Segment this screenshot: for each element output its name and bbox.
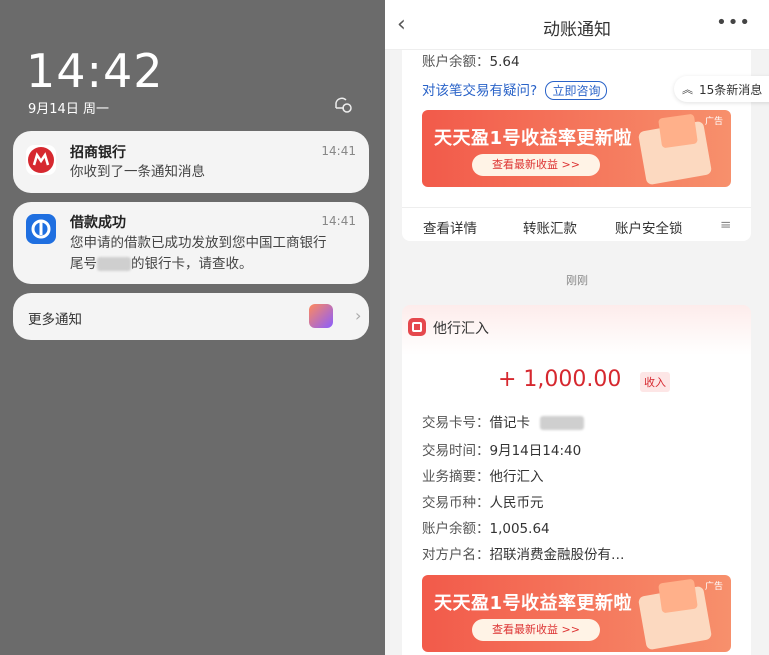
loan-app-icon bbox=[26, 214, 56, 244]
more-options-icon[interactable]: ••• bbox=[716, 12, 751, 33]
ad-banner[interactable]: 天天盈1号收益率更新啦 查看最新收益 >> 广告 bbox=[422, 575, 731, 652]
question-link[interactable]: 对该笔交易有疑问? bbox=[422, 83, 537, 99]
new-messages-pill[interactable]: ︽ 15条新消息 bbox=[674, 76, 769, 102]
double-chevron-up-icon: ︽ bbox=[682, 83, 693, 96]
detail-row-currency: 交易币种：人民币元 bbox=[422, 491, 544, 511]
previous-transaction-card: 账户余额：5.64 对该笔交易有疑问? 立即咨询 天天盈1号收益率更新啦 查看最… bbox=[402, 30, 751, 241]
lock-time: 14:42 bbox=[26, 44, 164, 98]
ad-label: 广告 bbox=[704, 582, 723, 592]
body-suffix: 的银行卡，请查收。 bbox=[131, 256, 253, 272]
detail-row-card: 交易卡号：借记卡 bbox=[422, 411, 584, 431]
detail-row-time: 交易时间：9月14日14:40 bbox=[422, 439, 581, 459]
gift-box-graphic bbox=[658, 113, 698, 149]
row-key: 交易币种： bbox=[422, 495, 490, 511]
cmb-logo-icon bbox=[26, 145, 56, 175]
account-lock-tab[interactable]: 账户安全锁 bbox=[615, 217, 683, 237]
page-title: 动账通知 bbox=[543, 20, 611, 40]
row-key: 交易卡号： bbox=[422, 415, 490, 431]
ad-label: 广告 bbox=[704, 117, 723, 127]
detail-row-counterparty: 对方户名：招联消费金融股份有… bbox=[422, 543, 625, 563]
row-key: 交易时间： bbox=[422, 443, 490, 459]
redacted-card-number bbox=[540, 416, 584, 430]
nav-bar: ‹ 动账通知 ••• bbox=[385, 0, 769, 50]
notification-cmb[interactable]: 招商银行 14:41 你收到了一条通知消息 bbox=[13, 131, 369, 193]
banner-button[interactable]: 查看最新收益 >> bbox=[472, 154, 600, 176]
notification-time: 14:41 bbox=[321, 144, 356, 158]
redacted-card-number bbox=[97, 257, 131, 271]
ad-banner[interactable]: 天天盈1号收益率更新啦 查看最新收益 >> 广告 bbox=[422, 110, 731, 187]
balance-row: 账户余额：5.64 bbox=[422, 50, 520, 70]
menu-icon[interactable]: ≡ bbox=[720, 217, 731, 233]
lock-date: 9月14日 周一 bbox=[28, 102, 109, 117]
transaction-amount: + 1,000.00 bbox=[498, 367, 622, 392]
lock-screen: 14:42 9月14日 周一 招商银行 14:41 你收到了一条通知消息 借款成… bbox=[0, 0, 385, 655]
row-value: 人民币元 bbox=[489, 495, 544, 511]
transfer-tab[interactable]: 转账汇款 bbox=[523, 217, 577, 237]
more-notifications-button[interactable]: 更多通知 › bbox=[13, 293, 369, 340]
detail-row-balance: 账户余额：1,005.64 bbox=[422, 517, 550, 537]
transaction-card: 他行汇入 + 1,000.00 收入 交易卡号：借记卡 交易时间：9月14日14… bbox=[402, 305, 751, 655]
banner-title: 天天盈1号收益率更新啦 bbox=[434, 128, 633, 149]
notification-loan[interactable]: 借款成功 14:41 您申请的借款已成功发放到您中国工商银行 尾号 的银行卡，请查… bbox=[13, 202, 369, 284]
balance-value: 5.64 bbox=[489, 54, 520, 70]
time-separator: 刚刚 bbox=[566, 274, 588, 287]
more-notifications-label: 更多通知 bbox=[28, 312, 82, 328]
notification-app-name: 借款成功 bbox=[70, 215, 126, 231]
row-key: 业务摘要： bbox=[422, 469, 490, 485]
bank-app-screen: 账户余额：5.64 对该笔交易有疑问? 立即咨询 天天盈1号收益率更新啦 查看最… bbox=[385, 0, 769, 655]
gift-box-graphic bbox=[658, 578, 698, 614]
notification-settings-icon[interactable] bbox=[332, 94, 352, 114]
notification-app-name: 招商银行 bbox=[70, 145, 126, 161]
row-value: 9月14日14:40 bbox=[489, 443, 582, 459]
row-key: 账户余额： bbox=[422, 521, 490, 537]
body-prefix: 尾号 bbox=[70, 256, 97, 272]
balance-label: 账户余额： bbox=[422, 54, 490, 70]
consult-button[interactable]: 立即咨询 bbox=[545, 81, 608, 100]
row-key: 对方户名： bbox=[422, 547, 490, 563]
income-tag: 收入 bbox=[640, 372, 670, 392]
row-value: 1,005.64 bbox=[489, 521, 550, 537]
banner-title: 天天盈1号收益率更新啦 bbox=[434, 593, 633, 614]
app-icon bbox=[309, 304, 333, 328]
transfer-in-icon bbox=[408, 318, 426, 336]
notification-body-line2: 尾号 的银行卡，请查收。 bbox=[70, 254, 355, 275]
new-messages-count: 15条新消息 bbox=[699, 83, 763, 97]
row-value: 招联消费金融股份有… bbox=[489, 547, 625, 563]
notification-time: 14:41 bbox=[321, 214, 356, 228]
detail-row-summary: 业务摘要：他行汇入 bbox=[422, 465, 544, 485]
notification-body: 您申请的借款已成功发放到您中国工商银行 尾号 的银行卡，请查收。 bbox=[70, 233, 355, 275]
transaction-type-title: 他行汇入 bbox=[433, 321, 489, 337]
question-row: 对该笔交易有疑问? 立即咨询 bbox=[422, 79, 608, 100]
view-details-tab[interactable]: 查看详情 bbox=[423, 217, 477, 237]
notification-body: 你收到了一条通知消息 bbox=[70, 164, 205, 180]
banner-button[interactable]: 查看最新收益 >> bbox=[472, 619, 600, 641]
card-action-bar: 查看详情 转账汇款 账户安全锁 ≡ bbox=[402, 207, 751, 241]
row-value: 借记卡 bbox=[489, 415, 531, 431]
row-value: 他行汇入 bbox=[489, 469, 544, 485]
notification-body-line1: 您申请的借款已成功发放到您中国工商银行 bbox=[70, 235, 327, 251]
chevron-right-icon: › bbox=[355, 306, 362, 325]
